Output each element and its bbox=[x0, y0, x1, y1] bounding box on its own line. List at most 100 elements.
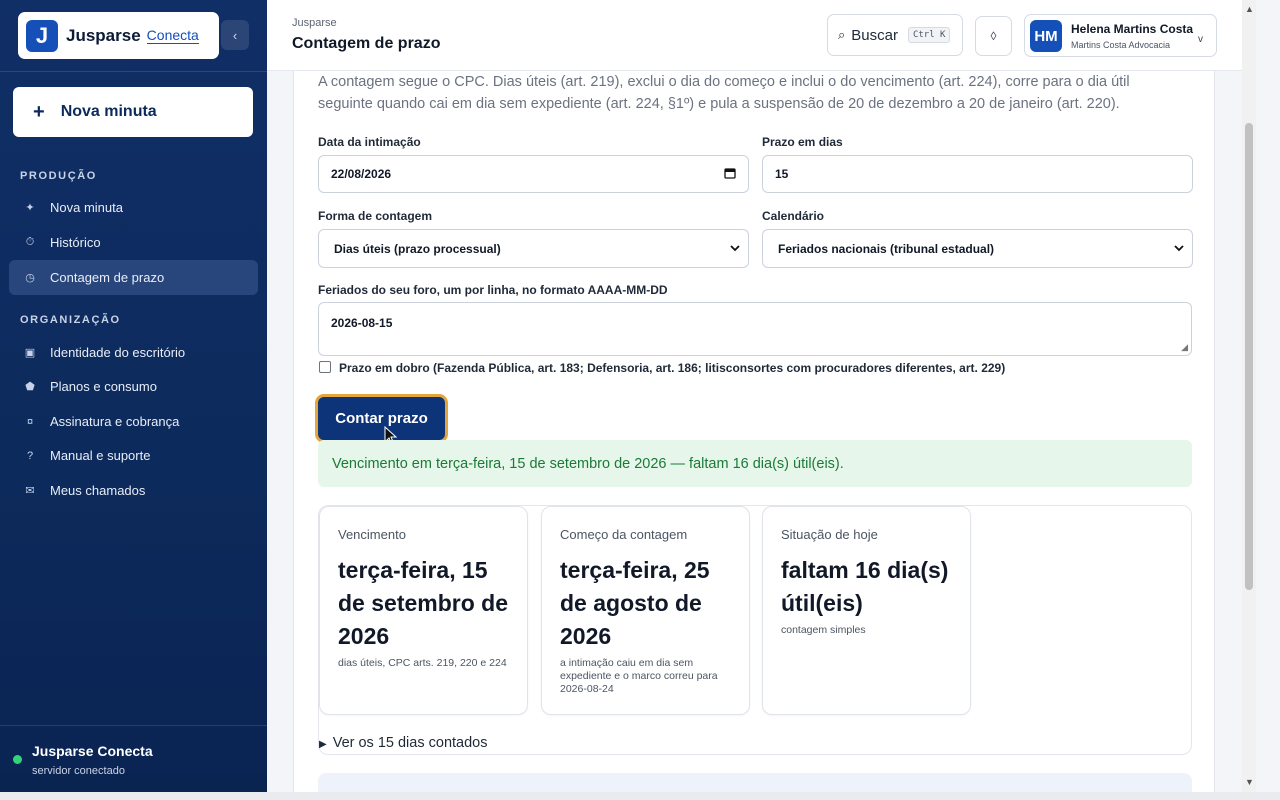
avatar: HM bbox=[1030, 20, 1062, 52]
double-deadline-checkbox[interactable] bbox=[319, 361, 331, 373]
sidebar: J Jusparse Conecta ‹ + Nova minuta PRODU… bbox=[0, 0, 267, 792]
user-menu[interactable]: HM Helena Martins Costa Martins Costa Ad… bbox=[1024, 14, 1217, 57]
days-label: Prazo em dias bbox=[762, 135, 843, 149]
result-card-label: Vencimento bbox=[338, 527, 406, 542]
result-card-note: contagem simples bbox=[781, 624, 866, 636]
sidebar-item-manual[interactable]: ? Manual e suporte bbox=[9, 438, 258, 473]
result-card-comeco: Começo da contagem terça-feira, 25 de ag… bbox=[541, 506, 750, 715]
scroll-down-icon[interactable]: ▼ bbox=[1245, 777, 1254, 787]
result-banner: Vencimento em terça-feira, 15 de setembr… bbox=[318, 440, 1192, 487]
brand-sub: Conecta bbox=[146, 27, 199, 44]
chevron-down-icon bbox=[730, 242, 740, 256]
new-draft-button[interactable]: + Nova minuta bbox=[13, 87, 253, 137]
result-card-note: a intimação caiu em dia sem expediente e… bbox=[560, 657, 718, 695]
holidays-value: 2026-08-15 bbox=[331, 316, 393, 330]
history-icon: ⏱ bbox=[25, 236, 35, 248]
calendar-value: Feriados nacionais (tribunal estadual) bbox=[778, 241, 995, 256]
brand-logo-icon: J bbox=[26, 19, 58, 52]
sidebar-item-contagem-de-prazo[interactable]: ◷ Contagem de prazo bbox=[9, 260, 258, 295]
sidebar-item-label: Planos e consumo bbox=[50, 379, 157, 394]
mode-select[interactable]: Dias úteis (prazo processual) bbox=[318, 229, 749, 268]
result-card-value: terça-feira, 15 de setembro de 2026 bbox=[338, 557, 508, 649]
results-panel: Vencimento terça-feira, 15 de setembro d… bbox=[318, 505, 1192, 755]
page-title: Contagem de prazo bbox=[292, 35, 441, 52]
search-label: Buscar bbox=[851, 26, 898, 44]
sidebar-item-nova-minuta[interactable]: ✦ Nova minuta bbox=[9, 190, 258, 225]
user-org: Martins Costa Advocacia bbox=[1071, 40, 1171, 50]
sidebar-item-label: Contagem de prazo bbox=[50, 270, 165, 285]
window-bottom-edge bbox=[0, 792, 1280, 800]
scrollbar-thumb[interactable] bbox=[1245, 123, 1253, 590]
triangle-right-icon: ▶ bbox=[319, 739, 327, 750]
chevron-down-icon: v bbox=[1198, 34, 1203, 45]
sidebar-item-label: Assinatura e cobrança bbox=[50, 414, 180, 429]
intimation-date-input[interactable]: 22/08/2026 bbox=[318, 155, 749, 193]
search-icon: ⌕ bbox=[838, 27, 846, 42]
result-card-label: Começo da contagem bbox=[560, 527, 688, 542]
holidays-textarea[interactable]: 2026-08-15 ◢ bbox=[318, 302, 1192, 356]
intro-text: A contagem segue o CPC. Dias úteis (art.… bbox=[318, 74, 1130, 112]
sidebar-item-historico[interactable]: ⏱ Histórico bbox=[9, 225, 258, 260]
status-name: Jusparse Conecta bbox=[32, 743, 153, 759]
billing-icon: ¤ bbox=[26, 415, 34, 428]
counted-days-label: Ver os 15 dias contados bbox=[332, 735, 488, 751]
days-input[interactable]: 15 bbox=[762, 155, 1193, 193]
result-card-label: Situação de hoje bbox=[781, 527, 878, 542]
collapse-sidebar-button[interactable]: ‹ bbox=[221, 20, 249, 50]
result-card-value: faltam 16 dia(s) útil(eis) bbox=[781, 557, 949, 616]
mail-icon: ✉ bbox=[25, 485, 35, 497]
chevron-down-icon bbox=[1174, 242, 1184, 256]
sidebar-item-chamados[interactable]: ✉ Meus chamados bbox=[9, 473, 258, 508]
search-button[interactable]: ⌕ Buscar Ctrl K bbox=[827, 14, 963, 56]
clock-icon: ◷ bbox=[25, 272, 35, 284]
brand-logo-block[interactable]: J Jusparse Conecta bbox=[18, 12, 219, 59]
count-deadline-button[interactable]: Contar prazo bbox=[315, 394, 448, 443]
help-icon: ? bbox=[26, 449, 34, 462]
sparkle-icon: ✦ bbox=[25, 202, 35, 214]
holidays-label: Feriados do seu foro, um por linha, no f… bbox=[318, 283, 668, 297]
sidebar-item-label: Manual e suporte bbox=[50, 448, 151, 463]
result-card-value: terça-feira, 25 de agosto de 2026 bbox=[560, 557, 710, 649]
plan-icon: ⬟ bbox=[25, 381, 35, 393]
calendar-select[interactable]: Feriados nacionais (tribunal estadual) bbox=[762, 229, 1193, 268]
sidebar-item-label: Nova minuta bbox=[50, 200, 123, 215]
intimation-label: Data da intimação bbox=[318, 135, 421, 149]
result-card-note: dias úteis, CPC arts. 219, 220 e 224 bbox=[338, 657, 507, 669]
top-header: Jusparse Contagem de prazo ⌕ Buscar Ctrl… bbox=[267, 0, 1242, 71]
section-label-producao: PRODUÇÃO bbox=[20, 170, 97, 182]
sidebar-item-label: Meus chamados bbox=[50, 483, 146, 498]
status-text: servidor conectado bbox=[32, 765, 125, 777]
status-dot-icon bbox=[13, 755, 22, 764]
double-deadline-label[interactable]: Prazo em dobro (Fazenda Pública, art. 18… bbox=[339, 361, 1005, 375]
chevron-left-icon: ‹ bbox=[232, 27, 238, 43]
brand-name: Jusparse bbox=[66, 25, 141, 45]
result-card-situacao: Situação de hoje faltam 16 dia(s) útil(e… bbox=[762, 506, 971, 715]
search-shortcut: Ctrl K bbox=[907, 27, 951, 43]
id-card-icon: ▣ bbox=[24, 347, 36, 359]
sidebar-item-identidade[interactable]: ▣ Identidade do escritório bbox=[9, 335, 258, 370]
breadcrumb[interactable]: Jusparse bbox=[292, 17, 337, 29]
plus-icon: + bbox=[33, 100, 45, 123]
calendar-label: Calendário bbox=[762, 209, 825, 223]
sidebar-item-label: Identidade do escritório bbox=[50, 345, 186, 360]
calendar-icon[interactable] bbox=[724, 167, 736, 182]
user-name: Helena Martins Costa bbox=[1071, 22, 1194, 36]
scroll-up-icon[interactable]: ▲ bbox=[1245, 4, 1254, 14]
sidebar-divider bbox=[0, 71, 267, 72]
theme-toggle-button[interactable]: ◊ bbox=[975, 16, 1012, 56]
main-card: A contagem segue o CPC. Dias úteis (art.… bbox=[293, 71, 1215, 800]
mode-label: Forma de contagem bbox=[318, 209, 433, 223]
section-label-organizacao: ORGANIZAÇÃO bbox=[20, 314, 121, 326]
result-card-vencimento: Vencimento terça-feira, 15 de setembro d… bbox=[319, 506, 528, 715]
mode-value: Dias úteis (prazo processual) bbox=[334, 241, 501, 256]
sidebar-divider-bottom bbox=[0, 725, 267, 726]
days-value: 15 bbox=[775, 167, 789, 181]
sidebar-item-planos[interactable]: ⬟ Planos e consumo bbox=[9, 369, 258, 404]
counted-days-toggle[interactable]: ▶ Ver os 15 dias contados bbox=[319, 735, 487, 751]
resize-handle-icon[interactable]: ◢ bbox=[1181, 342, 1188, 353]
new-draft-label: Nova minuta bbox=[60, 103, 157, 120]
intimation-date-value: 22/08/2026 bbox=[331, 167, 392, 181]
sidebar-item-label: Histórico bbox=[50, 235, 101, 250]
sidebar-item-assinatura[interactable]: ¤ Assinatura e cobrança bbox=[9, 404, 258, 439]
diamond-icon: ◊ bbox=[990, 29, 997, 43]
